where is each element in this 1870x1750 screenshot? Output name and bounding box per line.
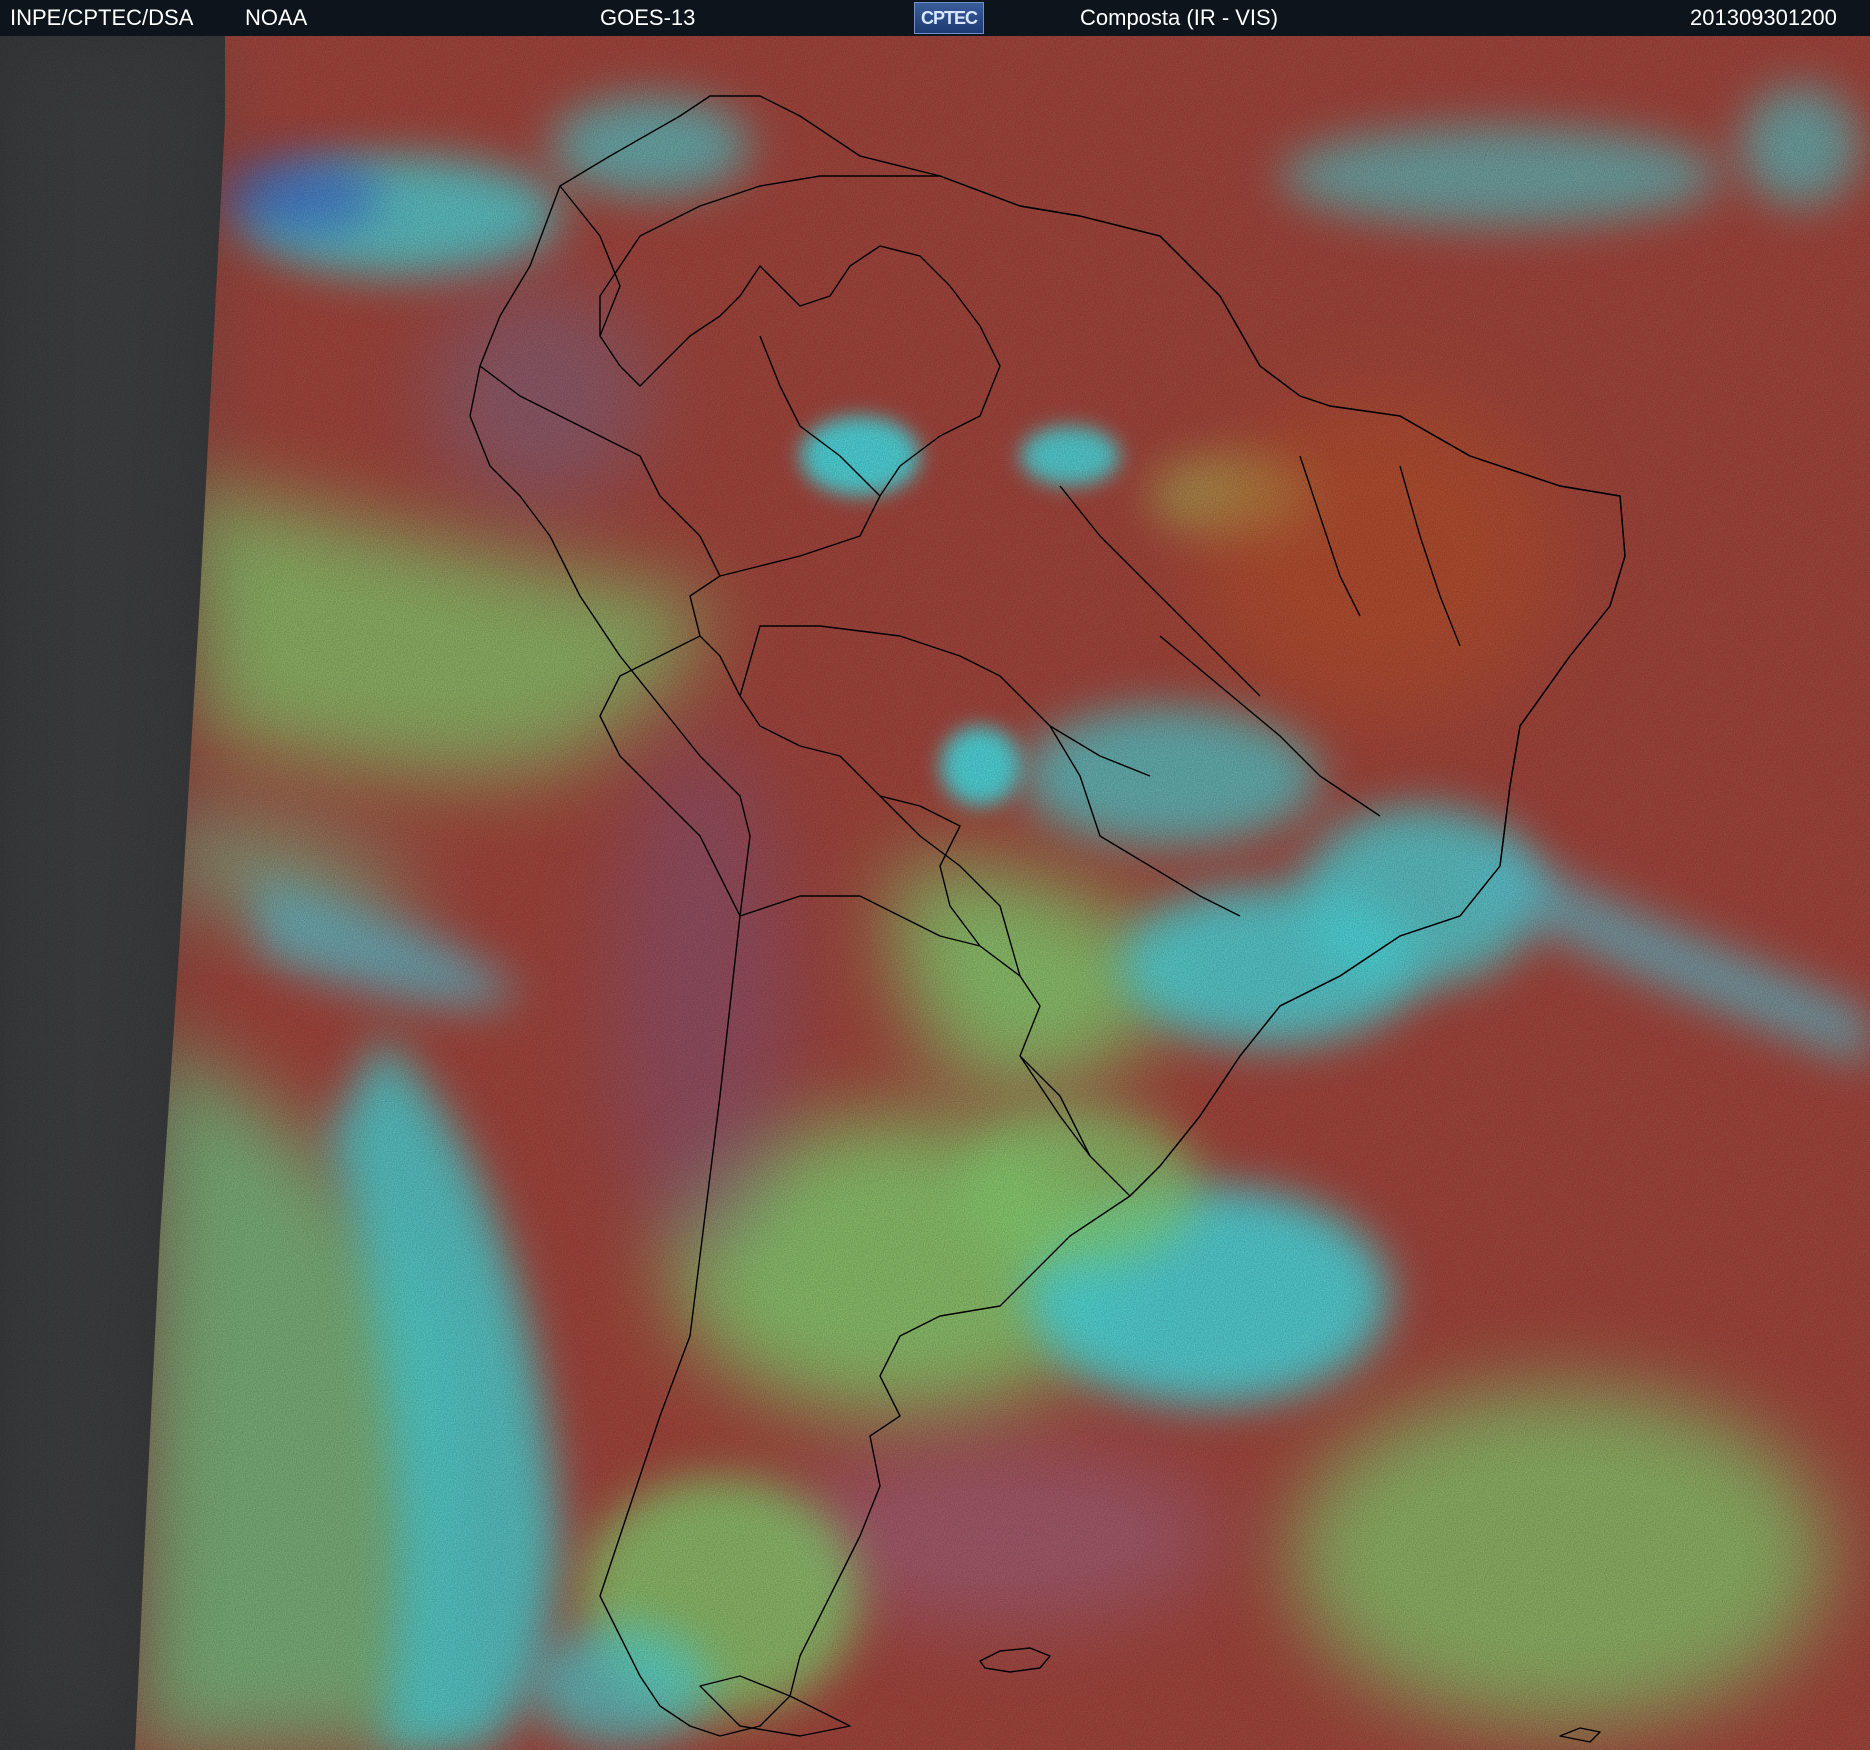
partner-label: NOAA: [245, 5, 308, 30]
satellite-label: GOES-13: [600, 5, 696, 30]
product-label: Composta (IR - VIS): [1080, 5, 1279, 30]
cptec-logo: CPTEC: [914, 2, 984, 34]
timestamp-label: 201309301200: [1690, 5, 1837, 30]
satellite-image-viewer: INPE/CPTEC/DSA NOAA GOES-13 CPTEC Compos…: [0, 0, 1870, 1750]
cloud-texture: [0, 36, 1870, 1750]
agency-label: INPE/CPTEC/DSA: [10, 5, 194, 30]
satellite-composite-map: [0, 36, 1870, 1750]
header-bar: INPE/CPTEC/DSA NOAA GOES-13 CPTEC Compos…: [0, 0, 1870, 36]
